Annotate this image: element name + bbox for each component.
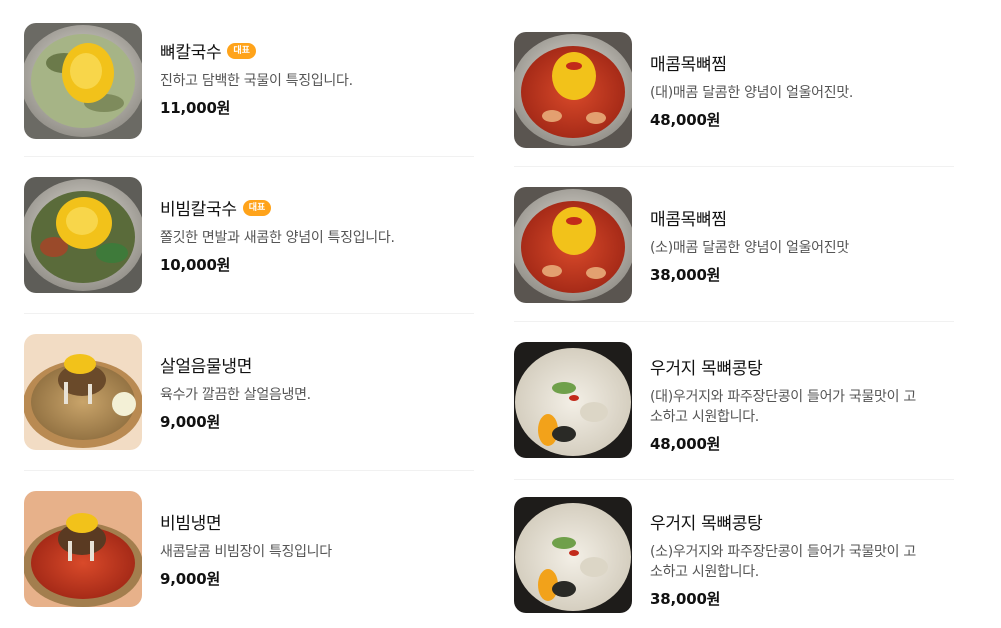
menu-item-bibim-naengmyeon[interactable]: 비빔냉면 새콤달콤 비빔장이 특징입니다 9,000원 — [24, 471, 474, 628]
menu-item-description: 새콤달콤 비빔장이 특징입니다 — [160, 544, 332, 560]
menu-item-price: 38,000원 — [650, 590, 721, 608]
menu-item-price: 10,000원 — [160, 256, 231, 274]
menu-item-name: 비빔냉면 — [160, 514, 222, 534]
neckbone-kongtang-photo — [514, 497, 632, 613]
menu-item-bone-kalguksu[interactable]: 뼈칼국수 대표 진하고 담백한 국물이 특징입니다. 11,000원 — [24, 0, 474, 157]
menu-item-price: 11,000원 — [160, 99, 231, 117]
menu-item-name: 우거지 목뼈콩탕 — [650, 359, 763, 379]
menu-item-description: 진하고 담백한 국물이 특징입니다. — [160, 73, 353, 89]
menu-item-description-line: 소하고 시원합니다. — [650, 564, 759, 580]
spicy-neckbone-jjim-photo — [514, 187, 632, 303]
menu-item-price: 48,000원 — [650, 435, 721, 453]
menu-item-price: 48,000원 — [650, 111, 721, 129]
menu-item-bibim-kalguksu[interactable]: 비빔칼국수 대표 쫄깃한 면발과 새콤한 양념이 특징입니다. 10,000원 — [24, 157, 474, 314]
menu-item-name: 우거지 목뼈콩탕 — [650, 514, 763, 534]
menu-item-neckbone-kongtang-small[interactable]: 우거지 목뼈콩탕 (소)우거지와 파주장단콩이 들어가 국물맛이 고 소하고 시… — [514, 480, 954, 628]
menu-item-description-line: 소하고 시원합니다. — [650, 409, 759, 425]
mul-naengmyeon-photo — [24, 334, 142, 450]
menu-item-description-line: (소)우거지와 파주장단콩이 들어가 국물맛이 고 — [650, 544, 916, 560]
menu-item-spicy-neckbone-jjim-large[interactable]: 매콤목뼈찜 (대)매콤 달콤한 양념이 얼울어진맛. 48,000원 — [514, 0, 954, 167]
menu-item-name: 살얼음물냉면 — [160, 357, 253, 377]
left-menu-column: 뼈칼국수 대표 진하고 담백한 국물이 특징입니다. 11,000원 비빔칼국수… — [24, 0, 474, 628]
menu-item-price: 9,000원 — [160, 570, 221, 588]
bibim-naengmyeon-photo — [24, 491, 142, 607]
menu-item-price: 38,000원 — [650, 266, 721, 284]
menu-item-description: (소)매콤 달콤한 양념이 얼울어진맛 — [650, 240, 849, 256]
neckbone-kongtang-photo — [514, 342, 632, 458]
menu-item-name: 매콤목뼈찜 — [650, 210, 727, 230]
right-menu-column: 매콤목뼈찜 (대)매콤 달콤한 양념이 얼울어진맛. 48,000원 매콤목뼈찜… — [514, 0, 954, 628]
menu-item-name: 뼈칼국수 — [160, 43, 222, 63]
signature-badge: 대표 — [242, 199, 272, 216]
menu-item-neckbone-kongtang-large[interactable]: 우거지 목뼈콩탕 (대)우거지와 파주장단콩이 들어가 국물맛이 고 소하고 시… — [514, 322, 954, 480]
menu-item-spicy-neckbone-jjim-small[interactable]: 매콤목뼈찜 (소)매콤 달콤한 양념이 얼울어진맛 38,000원 — [514, 167, 954, 322]
menu-item-mul-naengmyeon[interactable]: 살얼음물냉면 육수가 깔끔한 살얼음냉면. 9,000원 — [24, 314, 474, 471]
menu-item-name: 비빔칼국수 — [160, 200, 237, 220]
bone-kalguksu-photo — [24, 23, 142, 139]
menu-item-description: 육수가 깔끔한 살얼음냉면. — [160, 387, 311, 403]
spicy-neckbone-jjim-photo — [514, 32, 632, 148]
menu-item-price: 9,000원 — [160, 413, 221, 431]
menu-item-description-line: (대)우거지와 파주장단콩이 들어가 국물맛이 고 — [650, 389, 916, 405]
signature-badge: 대표 — [227, 42, 256, 59]
menu-item-description: (대)매콤 달콤한 양념이 얼울어진맛. — [650, 85, 854, 101]
menu-item-description: (소)우거지와 파주장단콩이 들어가 국물맛이 고 소하고 시원합니다. — [650, 542, 916, 582]
menu-item-name: 매콤목뼈찜 — [650, 55, 727, 75]
menu-item-description: (대)우거지와 파주장단콩이 들어가 국물맛이 고 소하고 시원합니다. — [650, 387, 916, 427]
menu-item-description: 쫄깃한 면발과 새콤한 양념이 특징입니다. — [160, 230, 395, 246]
bibim-kalguksu-photo — [24, 177, 142, 293]
